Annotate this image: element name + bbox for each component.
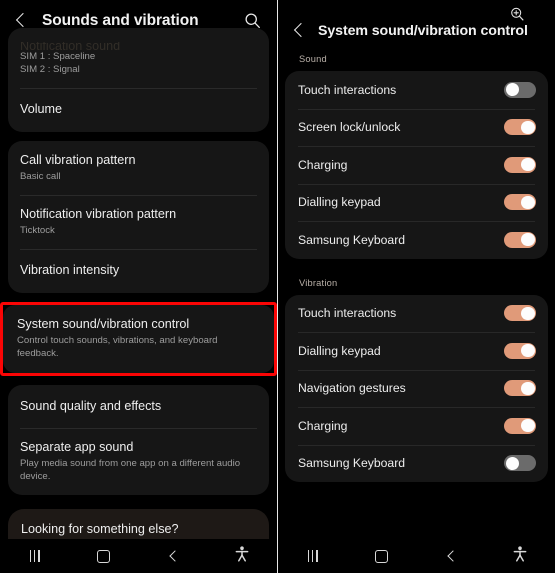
back-button[interactable] — [417, 539, 486, 573]
separate-app-sound-row[interactable]: Separate app sound Play media sound from… — [8, 428, 269, 495]
notification-sound-title: Notification sound — [20, 42, 121, 50]
recents-button[interactable] — [278, 539, 347, 573]
row-label: Touch interactions — [298, 306, 397, 321]
vibration-charging-toggle[interactable] — [504, 417, 536, 434]
vibration-charging-row[interactable]: Charging — [285, 407, 548, 445]
row-title: Vibration intensity — [20, 263, 120, 277]
home-button[interactable] — [347, 539, 416, 573]
sound-toggles-card: Touch interactions Screen lock/unlock Ch… — [285, 71, 548, 259]
volume-row[interactable]: Volume — [8, 88, 269, 132]
row-subtitle: Control touch sounds, vibrations, and ke… — [17, 335, 218, 359]
right-navigation-bar — [278, 539, 555, 573]
sim1-value: SIM 1 : Spaceline — [20, 51, 96, 62]
row-subtitle: Basic call — [20, 171, 61, 182]
looking-title-wrap: Looking for something else? — [8, 509, 269, 541]
page-title: System sound/vibration control — [318, 23, 528, 39]
home-icon — [375, 549, 389, 563]
sound-quality-and-effects-row[interactable]: Sound quality and effects — [8, 385, 269, 428]
row-label: Samsung Keyboard — [298, 232, 406, 247]
recents-button[interactable] — [0, 539, 69, 573]
vibration-navigation-gestures-row[interactable]: Navigation gestures — [285, 369, 548, 408]
left-settings-list: Notification sound SIM 1 : Spaceline SIM… — [0, 28, 277, 573]
row-title: Notification vibration pattern — [20, 207, 177, 221]
row-label: Navigation gestures — [298, 381, 406, 396]
row-label: Screen lock/unlock — [298, 120, 401, 135]
row-label: Dialling keypad — [298, 195, 381, 210]
system-sound-vibration-control-card: System sound/vibration control Control t… — [3, 305, 274, 373]
sound-charging-toggle[interactable] — [504, 156, 536, 173]
notification-sound-card: Notification sound SIM 1 : Spaceline SIM… — [8, 28, 269, 132]
accessibility-button[interactable] — [208, 539, 277, 573]
sound-touch-interactions-toggle[interactable] — [504, 81, 536, 98]
highlight-annotation-box: System sound/vibration control Control t… — [0, 302, 277, 376]
vibration-toggles-card: Touch interactions Dialling keypad Navig… — [285, 294, 548, 483]
row-subtitle: Play media sound from one app on a diffe… — [20, 458, 241, 482]
vibration-samsung-keyboard-toggle[interactable] — [504, 455, 536, 472]
vibration-navigation-gestures-toggle[interactable] — [504, 380, 536, 397]
vibration-intensity-row[interactable]: Vibration intensity — [8, 249, 269, 293]
vibration-touch-interactions-toggle[interactable] — [504, 305, 536, 322]
right-settings-list: Sound Touch interactions Screen lock/unl… — [278, 46, 555, 482]
volume-label: Volume — [20, 102, 63, 116]
zoom-in-icon[interactable] — [509, 6, 525, 22]
accessibility-button[interactable] — [486, 539, 555, 573]
recents-icon — [307, 550, 318, 562]
sound-touch-interactions-row[interactable]: Touch interactions — [285, 71, 548, 109]
vibration-touch-interactions-row[interactable]: Touch interactions — [285, 295, 548, 333]
system-sound-vibration-control-row[interactable]: System sound/vibration control Control t… — [3, 305, 274, 373]
row-label: Samsung Keyboard — [298, 456, 406, 471]
home-icon — [97, 549, 111, 563]
row-title: System sound/vibration control — [17, 317, 190, 331]
left-navigation-bar — [0, 539, 277, 573]
recents-icon — [29, 550, 40, 562]
back-button[interactable] — [139, 539, 208, 573]
row-label: Dialling keypad — [298, 343, 381, 358]
row-title: Sound quality and effects — [20, 399, 162, 413]
sound-samsung-keyboard-toggle[interactable] — [504, 231, 536, 248]
section-label-sound: Sound — [299, 54, 327, 64]
sound-dialling-keypad-row[interactable]: Dialling keypad — [285, 183, 548, 222]
search-icon[interactable] — [244, 12, 261, 29]
back-icon — [168, 551, 179, 562]
sound-samsung-keyboard-row[interactable]: Samsung Keyboard — [285, 221, 548, 259]
sound-screen-lock-unlock-row[interactable]: Screen lock/unlock — [285, 108, 548, 147]
vibration-dialling-keypad-row[interactable]: Dialling keypad — [285, 332, 548, 370]
section-label-vibration: Vibration — [299, 277, 338, 288]
sim2-value: SIM 2 : Signal — [20, 64, 80, 75]
sound-options-card: Sound quality and effects Separate app s… — [8, 385, 269, 495]
row-label: Touch interactions — [298, 82, 397, 97]
back-arrow-icon[interactable] — [288, 20, 310, 42]
sound-screen-lock-unlock-toggle[interactable] — [504, 119, 536, 136]
call-vibration-pattern-row[interactable]: Call vibration pattern Basic call — [8, 141, 269, 195]
left-phone-screen: Sounds and vibration Notification sound … — [0, 0, 277, 573]
back-icon — [446, 551, 457, 562]
right-app-bar: System sound/vibration control — [278, 0, 555, 46]
vibration-patterns-card: Call vibration pattern Basic call Notifi… — [8, 141, 269, 293]
row-title: Call vibration pattern — [20, 153, 136, 167]
vibration-samsung-keyboard-row[interactable]: Samsung Keyboard — [285, 444, 548, 483]
vibration-dialling-keypad-toggle[interactable] — [504, 342, 536, 359]
dual-screenshot-container: Sounds and vibration Notification sound … — [0, 0, 555, 573]
notification-vibration-pattern-row[interactable]: Notification vibration pattern Ticktock — [8, 195, 269, 249]
notification-sound-row[interactable]: Notification sound SIM 1 : Spaceline SIM… — [8, 28, 269, 88]
accessibility-icon — [513, 545, 527, 567]
sound-charging-row[interactable]: Charging — [285, 146, 548, 184]
looking-for-something-else-title: Looking for something else? — [21, 522, 179, 536]
sound-dialling-keypad-toggle[interactable] — [504, 194, 536, 211]
accessibility-icon — [235, 545, 249, 567]
right-phone-screen: System sound/vibration control Sound Tou… — [278, 0, 555, 573]
row-label: Charging — [298, 157, 348, 172]
home-button[interactable] — [69, 539, 138, 573]
row-title: Separate app sound — [20, 440, 134, 454]
row-label: Charging — [298, 418, 348, 433]
row-subtitle: Ticktock — [20, 225, 55, 236]
